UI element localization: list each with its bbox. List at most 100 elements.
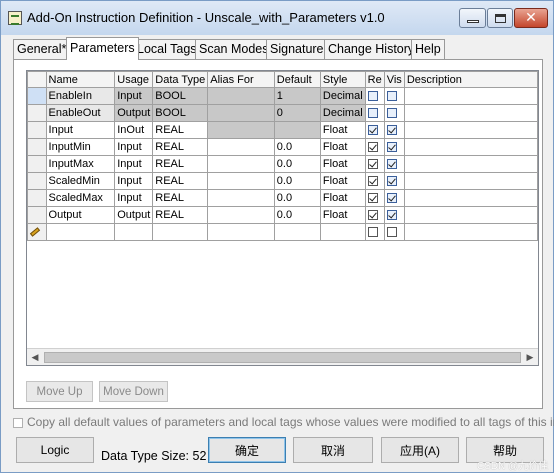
column-header-alias-for[interactable]: Alias For (207, 71, 275, 88)
req-checkbox[interactable] (367, 176, 378, 187)
param-description[interactable] (403, 172, 538, 190)
column-header-usage[interactable]: Usage (114, 71, 154, 88)
param-description[interactable] (403, 87, 538, 105)
param-style[interactable]: Float (319, 138, 366, 156)
row-selector[interactable] (27, 206, 47, 224)
param-default[interactable]: 0.0 (273, 206, 321, 224)
vis-checkbox[interactable] (386, 227, 397, 238)
req-checkbox[interactable] (367, 210, 378, 221)
param-data-type[interactable]: REAL (152, 155, 209, 173)
maximize-button[interactable] (487, 8, 513, 28)
tab-change-history[interactable]: Change History (324, 39, 419, 59)
new-row[interactable] (27, 223, 538, 241)
param-description[interactable] (403, 206, 538, 224)
param-default[interactable]: 0.0 (273, 172, 321, 190)
req-checkbox[interactable] (367, 142, 378, 153)
new-row-selector[interactable] (27, 223, 47, 241)
row-selector[interactable] (27, 155, 47, 173)
param-usage[interactable]: Input (114, 172, 154, 190)
param-alias-for[interactable] (207, 189, 275, 207)
param-style[interactable]: Float (319, 189, 366, 207)
row-selector[interactable] (27, 121, 47, 139)
param-usage[interactable]: InOut (114, 121, 154, 139)
param-name[interactable]: ScaledMax (45, 189, 116, 207)
table-row[interactable]: EnableOut Output BOOL 0 Decimal (27, 104, 538, 122)
param-default[interactable]: 0.0 (273, 138, 321, 156)
tab-parameters[interactable]: Parameters (66, 37, 139, 60)
req-checkbox[interactable] (367, 125, 378, 136)
table-row[interactable]: ScaledMax Input REAL 0.0 Float (27, 189, 538, 207)
scroll-right-arrow-icon[interactable]: ▶ (523, 351, 537, 364)
column-header-name[interactable]: Name (45, 71, 116, 88)
tab-help[interactable]: Help (411, 39, 445, 59)
param-usage[interactable]: Input (114, 189, 154, 207)
req-checkbox[interactable] (367, 159, 378, 170)
new-param-data-type[interactable] (152, 223, 209, 241)
vis-checkbox[interactable] (386, 159, 397, 170)
param-usage[interactable]: Output (114, 206, 154, 224)
logic-button[interactable]: Logic (16, 437, 94, 463)
param-name[interactable]: InputMax (45, 155, 116, 173)
new-param-style[interactable] (319, 223, 366, 241)
param-description[interactable] (403, 104, 538, 122)
row-selector[interactable] (27, 138, 47, 156)
tab-signature[interactable]: Signature (266, 39, 328, 59)
param-description[interactable] (403, 138, 538, 156)
new-param-name[interactable] (45, 223, 116, 241)
scrollbar-thumb[interactable] (44, 352, 521, 363)
param-description[interactable] (403, 121, 538, 139)
title-bar[interactable]: Add-On Instruction Definition - Unscale_… (1, 1, 553, 35)
param-alias-for[interactable] (207, 206, 275, 224)
param-description[interactable] (403, 189, 538, 207)
new-param-usage[interactable] (114, 223, 154, 241)
new-param-default[interactable] (273, 223, 321, 241)
vis-checkbox[interactable] (386, 125, 397, 136)
new-param-alias-for[interactable] (207, 223, 275, 241)
vis-checkbox[interactable] (386, 176, 397, 187)
table-row[interactable]: Output Output REAL 0.0 Float (27, 206, 538, 224)
column-header-description[interactable]: Description (403, 71, 538, 88)
move-down-button[interactable]: Move Down (99, 381, 168, 402)
param-data-type[interactable]: REAL (152, 172, 209, 190)
param-name[interactable]: InputMin (45, 138, 116, 156)
vis-checkbox[interactable] (386, 193, 397, 204)
table-row[interactable]: EnableIn Input BOOL 1 Decimal (27, 87, 538, 105)
row-selector[interactable] (27, 104, 47, 122)
req-checkbox[interactable] (367, 227, 378, 238)
vis-checkbox[interactable] (386, 91, 397, 102)
param-data-type[interactable]: REAL (152, 189, 209, 207)
param-alias-for[interactable] (207, 138, 275, 156)
copy-defaults-option[interactable]: Copy all default values of parameters an… (13, 415, 554, 429)
param-style[interactable]: Float (319, 155, 366, 173)
cancel-button[interactable]: 取消 (293, 437, 373, 463)
move-up-button[interactable]: Move Up (26, 381, 93, 402)
row-selector[interactable] (27, 87, 47, 105)
param-alias-for[interactable] (207, 155, 275, 173)
req-checkbox[interactable] (367, 108, 378, 119)
param-data-type[interactable]: REAL (152, 138, 209, 156)
param-data-type[interactable]: REAL (152, 206, 209, 224)
vis-checkbox[interactable] (386, 142, 397, 153)
param-name[interactable]: Input (45, 121, 116, 139)
column-header-style[interactable]: Style (319, 71, 366, 88)
close-button[interactable]: ✕ (514, 8, 548, 28)
param-style[interactable]: Float (319, 206, 366, 224)
param-description[interactable] (403, 155, 538, 173)
minimize-button[interactable] (459, 8, 486, 28)
ok-button[interactable]: 确定 (208, 437, 286, 463)
scroll-left-arrow-icon[interactable]: ◀ (28, 351, 42, 364)
tab-general[interactable]: General* (13, 39, 71, 59)
new-param-description[interactable] (403, 223, 538, 241)
column-header-req[interactable]: Re (364, 71, 385, 88)
param-name[interactable]: Output (45, 206, 116, 224)
table-row[interactable]: InputMax Input REAL 0.0 Float (27, 155, 538, 173)
param-data-type[interactable]: REAL (152, 121, 209, 139)
param-alias-for[interactable] (207, 172, 275, 190)
param-style[interactable]: Float (319, 172, 366, 190)
tab-local-tags[interactable]: Local Tags (133, 39, 201, 59)
vis-checkbox[interactable] (386, 210, 397, 221)
vis-checkbox[interactable] (386, 108, 397, 119)
param-style[interactable]: Float (319, 121, 366, 139)
parameters-grid[interactable]: Name Usage Data Type Alias For Default S… (26, 70, 539, 366)
horizontal-scrollbar[interactable]: ◀ ▶ (27, 348, 538, 365)
